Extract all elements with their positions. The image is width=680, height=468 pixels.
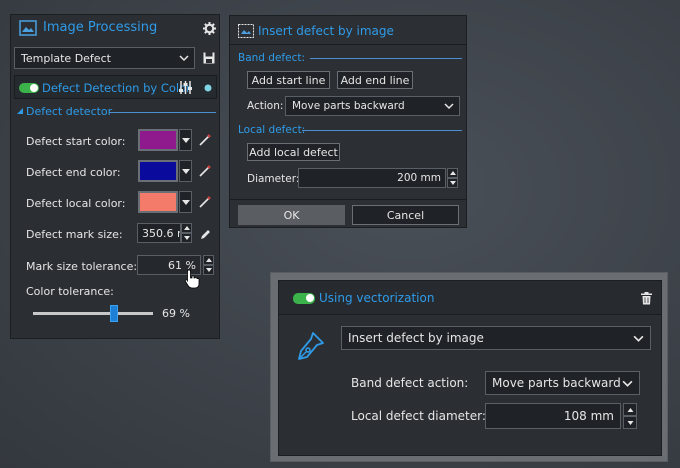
save-icon[interactable] bbox=[203, 52, 215, 64]
cancel-button[interactable]: Cancel bbox=[352, 205, 459, 225]
spin-down-icon[interactable] bbox=[203, 265, 214, 275]
color-tolerance-track[interactable] bbox=[33, 312, 153, 315]
add-start-line-button[interactable]: Add start line bbox=[247, 71, 330, 89]
local-diameter-input[interactable]: 108 mm bbox=[485, 403, 621, 429]
vectorization-title: Using vectorization bbox=[319, 291, 435, 305]
start-color-label: Defect start color: bbox=[26, 135, 126, 148]
color-tolerance-thumb[interactable] bbox=[110, 305, 119, 322]
image-icon bbox=[19, 20, 37, 36]
local-color-swatch[interactable] bbox=[138, 191, 178, 213]
vectorization-toggle[interactable] bbox=[293, 293, 315, 304]
spin-up-icon[interactable] bbox=[623, 403, 637, 416]
eyedropper-icon[interactable] bbox=[198, 133, 212, 147]
vectorization-mode-value: Insert defect by image bbox=[348, 331, 484, 345]
local-color-dropdown[interactable] bbox=[179, 191, 192, 213]
local-diameter-value: 108 mm bbox=[563, 409, 614, 423]
hand-cursor-icon bbox=[184, 269, 200, 289]
add-local-defect-button[interactable]: Add local defect bbox=[247, 143, 340, 161]
caret-down-icon bbox=[181, 199, 190, 205]
footer-divider bbox=[230, 199, 466, 200]
end-color-label: Defect end color: bbox=[26, 166, 121, 179]
end-color-dropdown[interactable] bbox=[179, 160, 192, 182]
caret-down-icon bbox=[181, 168, 190, 174]
diameter-label: Diameter: bbox=[247, 173, 300, 185]
local-divider bbox=[302, 130, 462, 131]
spin-down-icon[interactable] bbox=[181, 233, 192, 243]
spin-down-icon[interactable] bbox=[623, 416, 637, 429]
gear-icon[interactable] bbox=[203, 22, 216, 35]
vectorization-mode-select[interactable]: Insert defect by image bbox=[341, 326, 651, 350]
spin-up-icon[interactable] bbox=[203, 255, 214, 265]
image-processing-title: Image Processing bbox=[43, 20, 158, 35]
detector-section-title: Defect detector bbox=[26, 105, 113, 118]
mark-size-value: 350.6 m bbox=[142, 226, 180, 240]
vectorization-header: Using vectorization bbox=[279, 281, 661, 315]
ok-button[interactable]: OK bbox=[238, 205, 345, 225]
end-color-swatch[interactable] bbox=[138, 160, 178, 182]
band-divider bbox=[310, 58, 462, 59]
detection-row: Defect Detection by Color bbox=[14, 75, 217, 99]
add-local-defect-label: Add local defect bbox=[249, 145, 338, 159]
insert-defect-dialog: Insert defect by image Band defect: Add … bbox=[229, 15, 467, 228]
diameter-value: 200 mm bbox=[397, 172, 441, 184]
eyedropper-icon[interactable] bbox=[198, 164, 212, 178]
action-label: Action: bbox=[247, 100, 284, 112]
mark-size-input[interactable]: 350.6 m bbox=[137, 223, 181, 243]
collapse-triangle-icon[interactable] bbox=[17, 108, 25, 116]
mark-size-spinner[interactable] bbox=[181, 223, 192, 243]
start-color-dropdown[interactable] bbox=[179, 129, 192, 151]
band-section-title: Band defect: bbox=[238, 52, 306, 64]
defect-image-icon bbox=[238, 24, 254, 38]
local-color-label: Defect local color: bbox=[26, 197, 126, 210]
local-diameter-spinner[interactable] bbox=[623, 403, 637, 429]
mark-size-label: Defect mark size: bbox=[26, 228, 123, 241]
detection-label: Defect Detection by Color bbox=[42, 81, 191, 95]
chevron-down-icon bbox=[444, 103, 454, 110]
status-dot-icon bbox=[204, 84, 212, 92]
add-start-line-label: Add start line bbox=[251, 73, 326, 87]
chevron-down-icon bbox=[633, 335, 644, 342]
detector-divider bbox=[109, 112, 216, 113]
title-divider bbox=[230, 44, 466, 45]
band-action-label: Band defect action: bbox=[351, 376, 469, 390]
local-diameter-label: Local defect diameter: bbox=[351, 409, 486, 423]
action-select[interactable]: Move parts backward bbox=[285, 96, 460, 116]
insert-dialog-title: Insert defect by image bbox=[258, 24, 394, 38]
band-action-value: Move parts backward bbox=[492, 376, 621, 390]
local-section-title: Local defect: bbox=[238, 124, 306, 136]
spin-down-icon[interactable] bbox=[447, 178, 458, 188]
trash-icon[interactable] bbox=[641, 292, 652, 305]
vectorization-panel: Using vectorization Insert defect by ima… bbox=[278, 280, 662, 456]
tolerance-spinner[interactable] bbox=[203, 255, 214, 275]
spin-up-icon[interactable] bbox=[447, 168, 458, 178]
eyedropper-icon[interactable] bbox=[198, 195, 212, 209]
action-select-value: Move parts backward bbox=[292, 100, 405, 112]
sliders-icon[interactable] bbox=[178, 80, 193, 95]
pen-tool-icon bbox=[298, 332, 324, 360]
template-select[interactable]: Template Defect bbox=[14, 47, 195, 69]
color-tolerance-value: 69 % bbox=[162, 307, 190, 320]
chevron-down-icon bbox=[622, 380, 633, 387]
image-processing-panel: Image Processing Template Defect Defect … bbox=[10, 14, 220, 339]
diameter-spinner[interactable] bbox=[447, 168, 458, 188]
tolerance-label: Mark size tolerance: bbox=[26, 260, 138, 273]
template-select-value: Template Defect bbox=[21, 51, 111, 65]
spin-up-icon[interactable] bbox=[181, 223, 192, 233]
caret-down-icon bbox=[181, 137, 190, 143]
add-end-line-label: Add end line bbox=[340, 73, 410, 87]
add-end-line-button[interactable]: Add end line bbox=[337, 71, 413, 89]
band-action-select[interactable]: Move parts backward bbox=[485, 371, 640, 395]
diameter-input[interactable]: 200 mm bbox=[298, 168, 446, 188]
ok-label: OK bbox=[283, 208, 300, 222]
pen-icon[interactable] bbox=[199, 228, 212, 241]
image-processing-header: Image Processing bbox=[11, 15, 219, 41]
detection-toggle[interactable] bbox=[19, 83, 39, 93]
start-color-swatch[interactable] bbox=[138, 129, 178, 151]
cancel-label: Cancel bbox=[386, 208, 425, 222]
color-tolerance-label: Color tolerance: bbox=[26, 285, 114, 298]
chevron-down-icon bbox=[179, 55, 189, 62]
